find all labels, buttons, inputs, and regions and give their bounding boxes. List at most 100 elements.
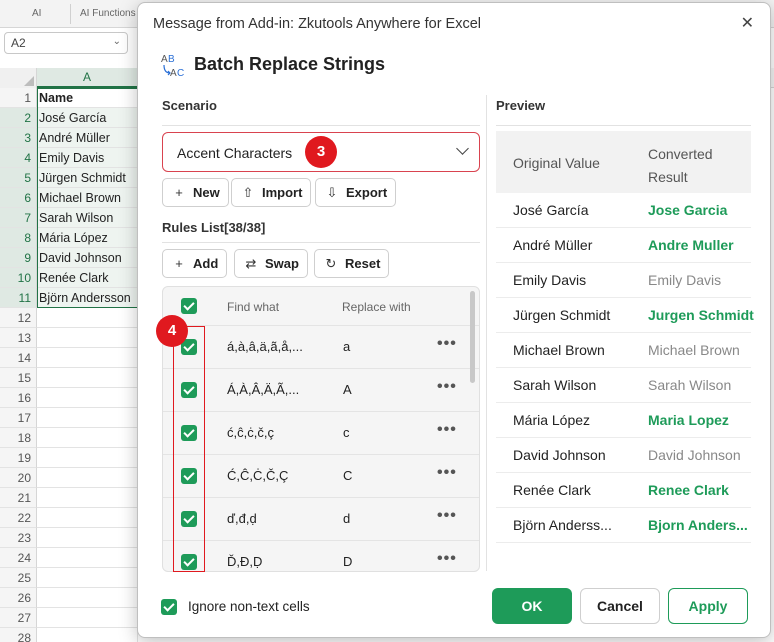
- import-label: Import: [262, 185, 303, 200]
- sheet-cell[interactable]: [37, 608, 138, 628]
- preview-row: Björn Anderss... Bjorn Anders...: [496, 508, 751, 543]
- more-options-icon[interactable]: •••: [437, 421, 457, 439]
- rule-row[interactable]: Á,À,Â,Ä,Ã,... A •••: [163, 368, 479, 411]
- more-options-icon[interactable]: •••: [437, 550, 457, 568]
- reset-button[interactable]: ↻ Reset: [314, 249, 390, 278]
- sheet-cell[interactable]: Björn Andersson: [37, 288, 138, 308]
- row-header[interactable]: 11: [0, 288, 37, 308]
- row-header[interactable]: 13: [0, 328, 37, 348]
- row-header[interactable]: 19: [0, 448, 37, 468]
- row-header[interactable]: 3: [0, 128, 37, 148]
- sheet-cell[interactable]: [37, 308, 138, 328]
- cancel-button[interactable]: Cancel: [580, 588, 660, 624]
- row-header[interactable]: 17: [0, 408, 37, 428]
- ribbon-tab-ai[interactable]: AI: [32, 8, 41, 19]
- row-header[interactable]: 28: [0, 628, 37, 642]
- sheet-cell[interactable]: José García: [37, 108, 138, 128]
- import-button[interactable]: ⇧ Import: [231, 178, 312, 207]
- more-options-icon[interactable]: •••: [437, 378, 457, 396]
- row-header[interactable]: 16: [0, 388, 37, 408]
- rule-row[interactable]: Ď,Đ,Ḍ D •••: [163, 540, 479, 571]
- row-header[interactable]: 27: [0, 608, 37, 628]
- row-header[interactable]: 7: [0, 208, 37, 228]
- row-header[interactable]: 9: [0, 248, 37, 268]
- add-rule-button[interactable]: + Add: [162, 249, 228, 278]
- row-header[interactable]: 5: [0, 168, 37, 188]
- sheet-cell[interactable]: [37, 628, 138, 642]
- chevron-down-icon: [456, 142, 469, 155]
- find-what-header: Find what: [227, 300, 280, 314]
- sheet-cell[interactable]: Emily Davis: [37, 148, 138, 168]
- row-header[interactable]: 24: [0, 548, 37, 568]
- rule-row[interactable]: á,à,â,ä,ã,å,... a •••: [163, 325, 479, 368]
- row-header[interactable]: 22: [0, 508, 37, 528]
- sheet-cell[interactable]: [37, 568, 138, 588]
- row-header[interactable]: 23: [0, 528, 37, 548]
- sheet-cell[interactable]: [37, 508, 138, 528]
- sheet-cell[interactable]: Jürgen Schmidt: [37, 168, 138, 188]
- sheet-cell[interactable]: [37, 488, 138, 508]
- sheet-cell[interactable]: [37, 348, 138, 368]
- sheet-cell[interactable]: Sarah Wilson: [37, 208, 138, 228]
- preview-converted-result: Renee Clark: [648, 482, 729, 498]
- row-header[interactable]: 15: [0, 368, 37, 388]
- more-options-icon[interactable]: •••: [437, 507, 457, 525]
- rule-replace-with: D: [343, 554, 353, 569]
- rule-find-what: Á,À,Â,Ä,Ã,...: [227, 382, 300, 397]
- ok-button[interactable]: OK: [492, 588, 572, 624]
- apply-button[interactable]: Apply: [668, 588, 748, 624]
- row-header[interactable]: 1: [0, 88, 37, 108]
- sheet-cell[interactable]: [37, 588, 138, 608]
- row-header[interactable]: 14: [0, 348, 37, 368]
- select-all-corner[interactable]: [0, 68, 37, 88]
- sheet-cell[interactable]: [37, 408, 138, 428]
- svg-text:B: B: [168, 54, 175, 65]
- row-header[interactable]: 18: [0, 428, 37, 448]
- sheet-cell[interactable]: [37, 448, 138, 468]
- export-button[interactable]: ⇩ Export: [315, 178, 397, 207]
- sheet-cell[interactable]: David Johnson: [37, 248, 138, 268]
- preview-converted-result: Jose Garcia: [648, 202, 728, 218]
- rule-row[interactable]: ć,ĉ,ċ,č,ç c •••: [163, 411, 479, 454]
- sheet-cell[interactable]: [37, 368, 138, 388]
- sheet-cell[interactable]: [37, 468, 138, 488]
- sheet-cell[interactable]: [37, 388, 138, 408]
- more-options-icon[interactable]: •••: [437, 464, 457, 482]
- rules-scrollbar[interactable]: [470, 291, 475, 383]
- close-icon[interactable]: ✕: [741, 13, 754, 33]
- sheet-cell[interactable]: [37, 428, 138, 448]
- ignore-non-text-checkbox[interactable]: [161, 599, 177, 615]
- divider: [162, 125, 480, 126]
- row-header[interactable]: 20: [0, 468, 37, 488]
- sheet-cell[interactable]: Mária López: [37, 228, 138, 248]
- row-header[interactable]: 4: [0, 148, 37, 168]
- sheet-cell[interactable]: [37, 528, 138, 548]
- row-header[interactable]: 8: [0, 228, 37, 248]
- preview-original-value: André Müller: [513, 237, 593, 253]
- more-options-icon[interactable]: •••: [437, 335, 457, 353]
- swap-button[interactable]: ⇄ Swap: [234, 249, 308, 278]
- row-header[interactable]: 21: [0, 488, 37, 508]
- sheet-cell[interactable]: André Müller: [37, 128, 138, 148]
- sheet-cell[interactable]: Michael Brown: [37, 188, 138, 208]
- ribbon-tab-ai-functions[interactable]: AI Functions: [80, 8, 136, 19]
- row-header[interactable]: 6: [0, 188, 37, 208]
- row-header[interactable]: 10: [0, 268, 37, 288]
- select-all-checkbox[interactable]: [181, 298, 197, 314]
- divider: [162, 242, 480, 243]
- rule-row[interactable]: Ć,Ĉ,Ċ,Č,Ç C •••: [163, 454, 479, 497]
- sheet-cell[interactable]: [37, 548, 138, 568]
- sheet-cell[interactable]: [37, 328, 138, 348]
- column-header-a[interactable]: A: [37, 68, 138, 88]
- new-scenario-button[interactable]: + New: [162, 178, 229, 207]
- svg-text:C: C: [177, 68, 184, 79]
- rule-row[interactable]: ď,đ,ḍ d •••: [163, 497, 479, 540]
- row-header[interactable]: 26: [0, 588, 37, 608]
- row-header[interactable]: 25: [0, 568, 37, 588]
- sheet-cell[interactable]: Name: [37, 88, 138, 108]
- sheet-cell[interactable]: Renée Clark: [37, 268, 138, 288]
- name-box[interactable]: A2 ⌄: [4, 32, 128, 54]
- preview-table: Original Value Converted Result José Gar…: [496, 131, 754, 571]
- row-header[interactable]: 2: [0, 108, 37, 128]
- row-header[interactable]: 12: [0, 308, 37, 328]
